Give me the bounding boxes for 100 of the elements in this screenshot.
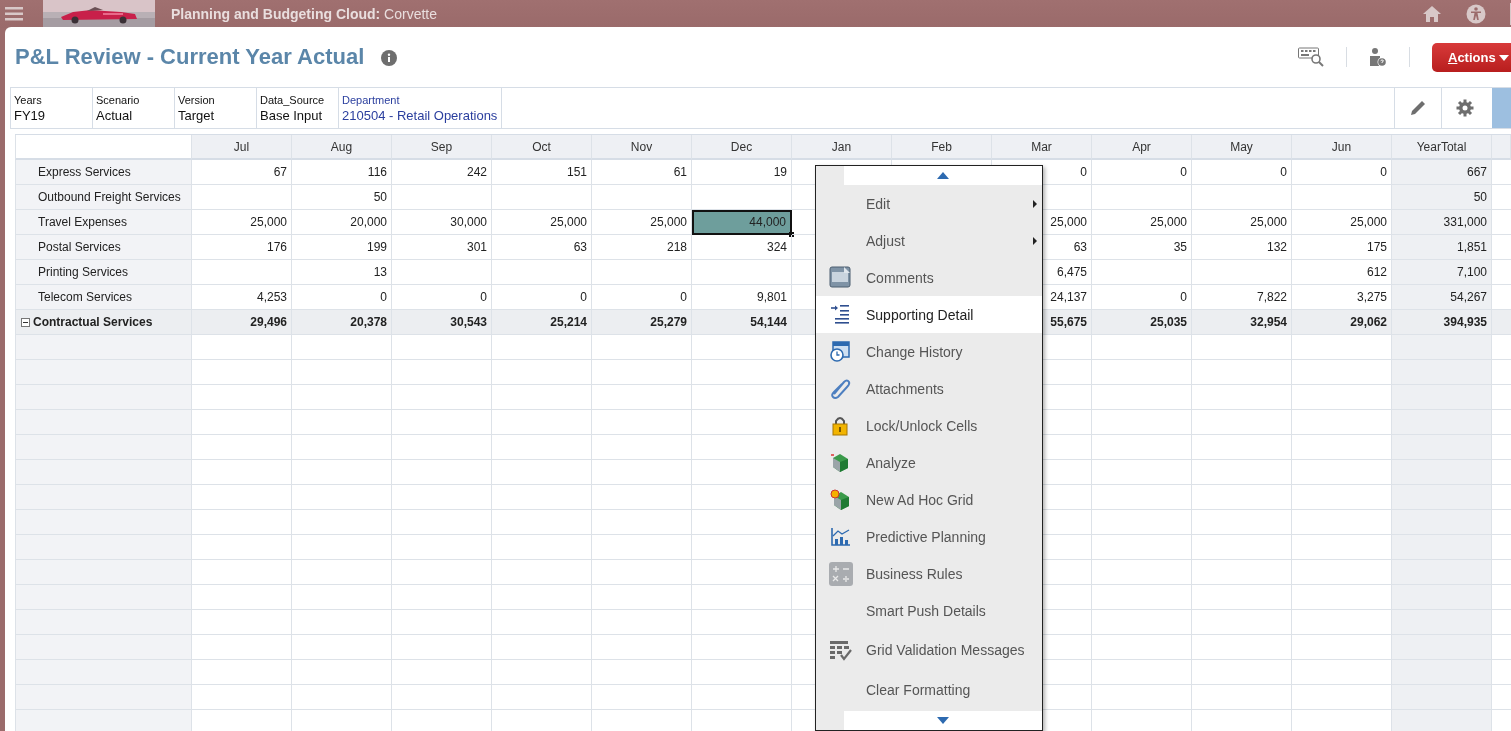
form-title: P&L Review - Current Year Actual <box>15 44 365 70</box>
table-cell[interactable]: 44,000 <box>692 210 792 235</box>
column-header: Oct <box>492 135 592 160</box>
table-cell[interactable]: 151 <box>492 160 592 185</box>
pencil-icon <box>1409 99 1427 117</box>
keyboard-search-icon[interactable] <box>1298 47 1324 67</box>
home-icon[interactable] <box>1422 5 1442 23</box>
menu-item[interactable]: Edit <box>816 185 1042 222</box>
menu-item[interactable]: Clear Formatting <box>816 671 1042 708</box>
menu-item[interactable]: Predictive Planning <box>816 518 1042 555</box>
menu-item[interactable]: Attachments <box>816 370 1042 407</box>
scroll-up-button[interactable] <box>844 166 1042 185</box>
table-cell[interactable]: 32,954 <box>1192 310 1292 335</box>
row-label: Travel Expenses <box>38 215 127 229</box>
menu-item[interactable]: Smart Push Details <box>816 592 1042 629</box>
table-cell[interactable]: 25,000 <box>192 210 292 235</box>
table-cell[interactable]: 30,543 <box>392 310 492 335</box>
menu-item[interactable]: Analyze <box>816 444 1042 481</box>
table-cell[interactable]: 20,378 <box>292 310 392 335</box>
table-cell[interactable]: 25,279 <box>592 310 692 335</box>
table-cell[interactable]: 331,000 <box>1392 210 1492 235</box>
scroll-down-button[interactable] <box>844 711 1042 730</box>
table-cell[interactable]: 7,100 <box>1392 260 1492 285</box>
table-check-icon <box>829 638 853 662</box>
row-label: Telecom Services <box>38 290 133 304</box>
dimension-selector[interactable]: Department 210504 - Retail Operations <box>339 88 503 128</box>
menu-item[interactable]: Comments <box>816 259 1042 296</box>
row-label: Outbound Freight Services <box>38 190 181 204</box>
menu-item[interactable]: Lock/Unlock Cells <box>816 407 1042 444</box>
table-cell[interactable] <box>592 185 692 210</box>
column-header: Jun <box>1292 135 1392 160</box>
table-cell[interactable]: 29,496 <box>192 310 292 335</box>
table-cell[interactable]: 667 <box>1392 160 1492 185</box>
menu-item[interactable]: Change History <box>816 333 1042 370</box>
actions-button[interactable]: Actions <box>1432 42 1511 72</box>
table-cell[interactable]: 0 <box>1192 160 1292 185</box>
row-label: Postal Services <box>38 240 121 254</box>
table-cell[interactable] <box>1192 260 1292 285</box>
menu-item[interactable]: Supporting Detail <box>816 296 1042 333</box>
table-cell[interactable] <box>592 260 692 285</box>
table-cell[interactable]: 176 <box>192 235 292 260</box>
menu-item[interactable]: Grid Validation Messages <box>816 629 1042 671</box>
dimension-selector: Scenario Actual <box>93 88 175 128</box>
table-cell[interactable]: 25,000 <box>1192 210 1292 235</box>
table-cell[interactable] <box>492 185 592 210</box>
table-cell[interactable]: 67 <box>192 160 292 185</box>
row-label: Contractual Services <box>33 315 153 329</box>
menu-item[interactable]: New Ad Hoc Grid <box>816 481 1042 518</box>
table-cell[interactable]: 25,214 <box>492 310 592 335</box>
table-cell[interactable]: 324 <box>692 235 792 260</box>
column-header: Dec <box>692 135 792 160</box>
table-cell[interactable] <box>1092 260 1192 285</box>
table-cell[interactable]: 301 <box>392 235 492 260</box>
table-cell[interactable]: 50 <box>1392 185 1492 210</box>
user-help-icon[interactable] <box>1369 47 1387 67</box>
table-cell[interactable]: 61 <box>592 160 692 185</box>
table-cell[interactable]: 242 <box>392 160 492 185</box>
table-cell[interactable] <box>192 260 292 285</box>
table-cell[interactable]: 19 <box>692 160 792 185</box>
table-cell[interactable]: 29,062 <box>1292 310 1392 335</box>
table-cell[interactable]: 20,000 <box>292 210 392 235</box>
accessibility-icon[interactable] <box>1466 4 1486 24</box>
table-cell[interactable]: 25,035 <box>1092 310 1192 335</box>
table-cell[interactable]: 199 <box>292 235 392 260</box>
table-cell[interactable]: 13 <box>292 260 392 285</box>
caret-down-icon <box>937 717 949 724</box>
table-cell[interactable] <box>392 260 492 285</box>
table-cell[interactable] <box>1192 185 1292 210</box>
table-cell[interactable]: 30,000 <box>392 210 492 235</box>
column-header: YearTotal <box>1392 135 1492 160</box>
table-cell[interactable]: 1,851 <box>1392 235 1492 260</box>
menu-item[interactable]: Business Rules <box>816 555 1042 592</box>
table-cell[interactable]: 394,935 <box>1392 310 1492 335</box>
caret-icon <box>1498 55 1509 61</box>
dimension-selector: Years FY19 <box>11 88 93 128</box>
column-header: Mar <box>992 135 1092 160</box>
table-cell[interactable]: 54,144 <box>692 310 792 335</box>
column-header: Sep <box>392 135 492 160</box>
menu-icon[interactable] <box>5 7 23 21</box>
table-cell[interactable]: 218 <box>592 235 692 260</box>
table-cell[interactable]: 63 <box>492 235 592 260</box>
table-cell[interactable] <box>492 260 592 285</box>
table-cell[interactable] <box>1092 185 1192 210</box>
table-cell[interactable] <box>392 185 492 210</box>
table-cell[interactable]: 116 <box>292 160 392 185</box>
table-cell[interactable]: 25,000 <box>1092 210 1192 235</box>
collapse-icon[interactable] <box>21 317 30 327</box>
table-cell[interactable] <box>692 260 792 285</box>
info-icon[interactable] <box>381 50 398 66</box>
column-header: Nov <box>592 135 692 160</box>
table-cell[interactable]: 35 <box>1092 235 1192 260</box>
caret-up-icon <box>937 172 949 179</box>
table-cell[interactable]: 54,267 <box>1392 285 1492 310</box>
table-cell[interactable]: 25,000 <box>492 210 592 235</box>
table-cell[interactable]: 132 <box>1192 235 1292 260</box>
menu-item[interactable]: Adjust <box>816 222 1042 259</box>
table-cell[interactable] <box>192 185 292 210</box>
table-cell[interactable]: 0 <box>1092 160 1192 185</box>
calculator-icon <box>829 561 853 586</box>
table-cell[interactable]: 50 <box>292 185 392 210</box>
